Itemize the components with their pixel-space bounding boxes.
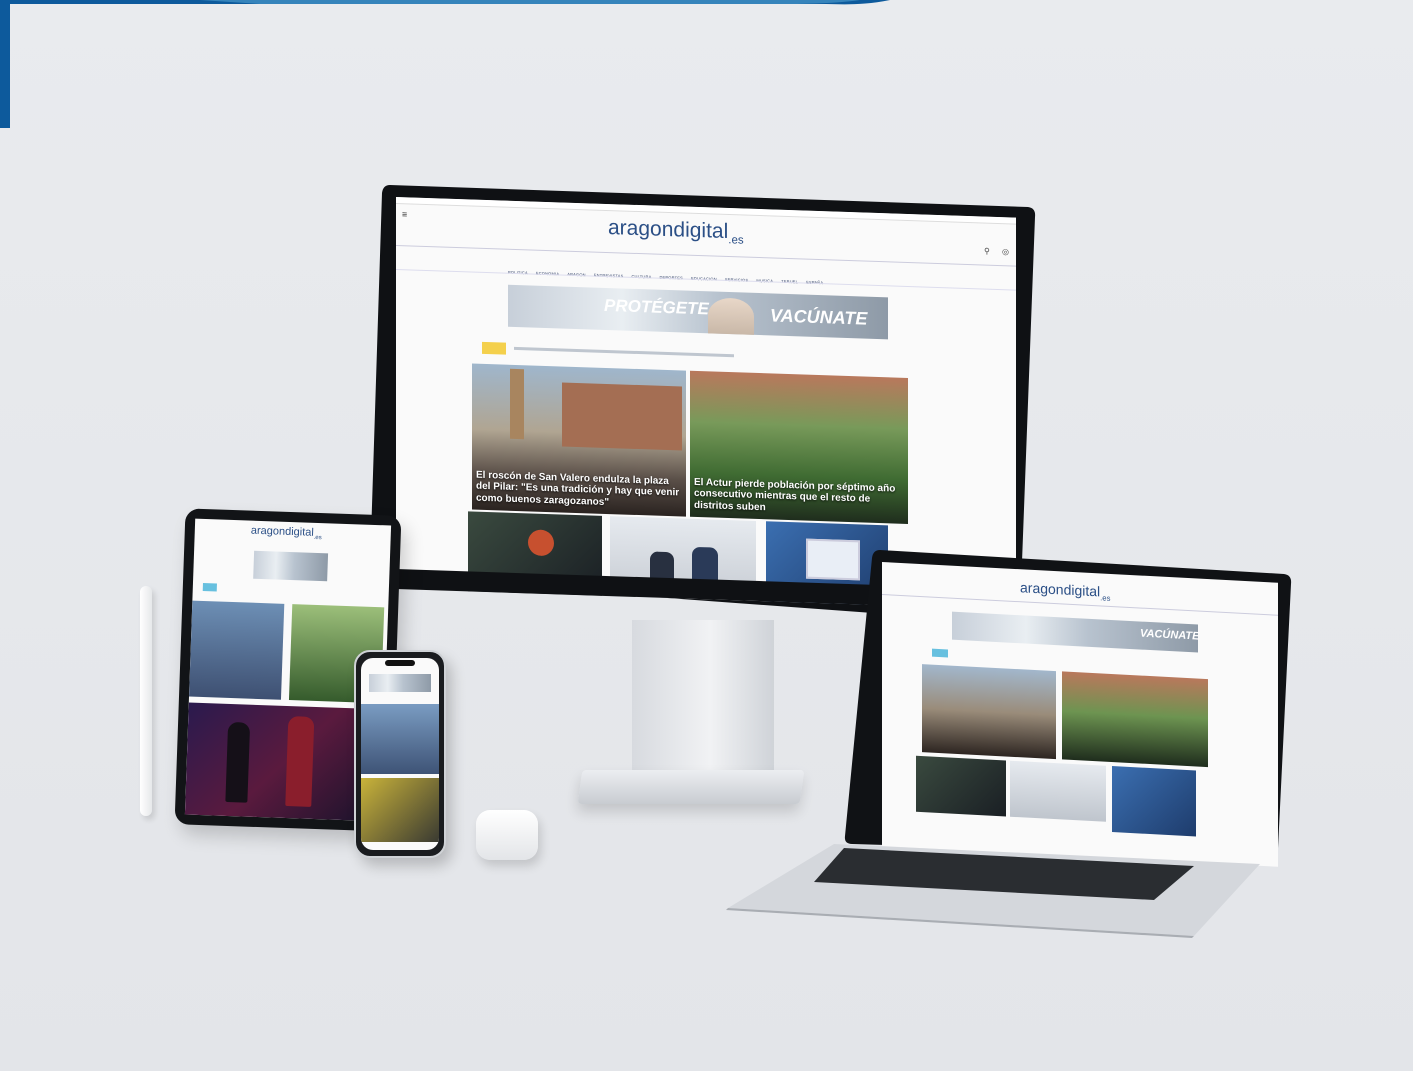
phone-notch <box>385 660 415 666</box>
tablet-banner[interactable] <box>253 550 329 582</box>
decorative-blue-corner <box>0 0 890 128</box>
vaccine-banner[interactable]: PROTÉGETE, VACÚNATE <box>508 284 888 340</box>
building-shape <box>562 382 682 451</box>
laptop-card-1[interactable] <box>922 664 1056 760</box>
screen-logo-shape <box>528 529 554 557</box>
banner-right-text: VACÚNATE <box>770 305 868 329</box>
header-divider <box>396 245 1016 267</box>
breaking-ticker <box>514 346 734 358</box>
monitor-stand-neck <box>632 620 774 778</box>
stylus-pencil <box>140 586 152 816</box>
laptop-device: aragondigital.es VACÚNATE <box>840 548 1292 867</box>
banner-face <box>708 297 754 335</box>
hamburger-icon[interactable]: ≡ <box>402 209 407 219</box>
smartphone-device <box>354 650 446 858</box>
laptop-keyboard-deck <box>726 844 1260 938</box>
tablet-logo[interactable]: aragondigital.es <box>251 525 323 542</box>
phone-card-1[interactable] <box>361 704 439 774</box>
site-logo[interactable]: aragondigital.es <box>608 216 744 247</box>
laptop-badge <box>932 648 948 658</box>
news-card-2[interactable]: El Actur pierde población por séptimo añ… <box>690 370 908 524</box>
laptop-screen: aragondigital.es VACÚNATE <box>882 562 1278 867</box>
tablet-card-1[interactable] <box>189 600 285 700</box>
tower-shape <box>510 368 524 440</box>
laptop-card-5[interactable] <box>1112 766 1196 837</box>
news-card-1[interactable]: El roscón de San Valero endulza la plaza… <box>472 363 686 517</box>
laptop-banner-text: VACÚNATE <box>1140 627 1200 643</box>
news-card-1-title[interactable]: El roscón de San Valero endulza la plaza… <box>476 469 682 510</box>
search-icon[interactable]: ⚲ <box>984 247 990 256</box>
phone-card-2[interactable] <box>361 778 439 842</box>
user-icon[interactable]: ◎ <box>1002 247 1009 256</box>
laptop-banner[interactable]: VACÚNATE <box>952 611 1200 653</box>
laptop-card-3[interactable] <box>916 755 1006 817</box>
phone-screen <box>361 658 439 850</box>
earbuds-case <box>476 810 538 860</box>
laptop-card-2[interactable] <box>1062 671 1208 768</box>
phone-banner[interactable] <box>369 674 431 692</box>
tablet-badge <box>202 582 217 592</box>
singer-shape-2 <box>285 716 315 807</box>
news-card-2-title[interactable]: El Actur pierde población por séptimo añ… <box>694 476 904 517</box>
laptop-base <box>724 842 1264 938</box>
banner-left-text: PROTÉGETE, <box>604 295 714 319</box>
singer-shape <box>225 721 251 803</box>
monitor-stand-base <box>577 770 805 804</box>
laptop-logo[interactable]: aragondigital.es <box>1020 579 1110 603</box>
laptop-card-4[interactable] <box>1010 760 1106 822</box>
breaking-badge <box>482 341 506 355</box>
